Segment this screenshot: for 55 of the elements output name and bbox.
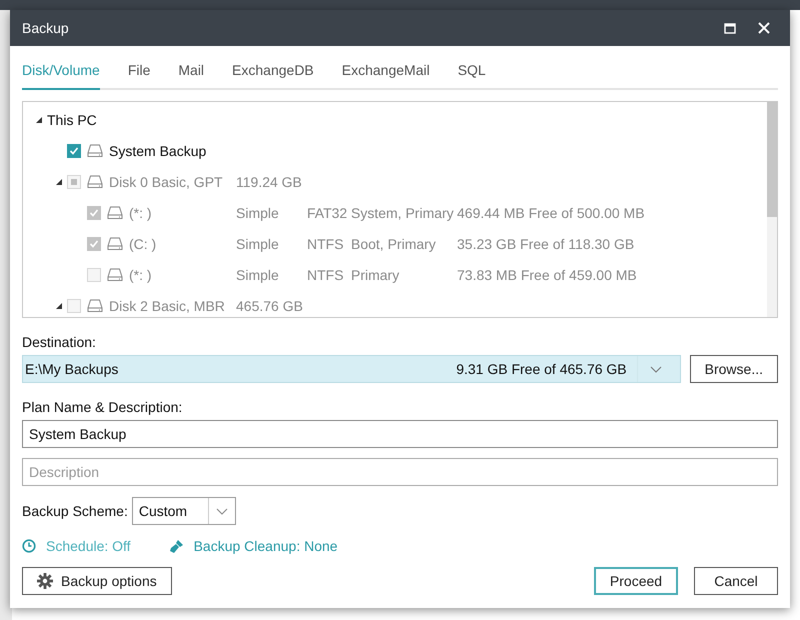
tab[interactable]: SQL [458,62,486,90]
partition-type: Simple [236,266,279,282]
partition-type: Simple [236,236,279,252]
tree-item-label[interactable]: This PC [47,112,97,128]
scrollbar-thumb[interactable] [767,102,777,217]
partition-type: Simple [236,204,279,220]
checkmark-icon [89,208,99,218]
disk-size: 465.76 GB [236,298,303,314]
clock-icon [22,539,36,553]
tree-item-label[interactable]: System Backup [109,142,206,158]
description-field[interactable]: Description [22,458,778,486]
free-space: 73.83 MB Free of 459.00 MB [457,266,637,282]
backup-scheme-label: Backup Scheme: [22,503,128,519]
chevron-down-icon [650,366,662,372]
drive-icon [87,144,103,158]
proceed-button[interactable]: Proceed [594,567,678,595]
plan-name-label: Plan Name & Description: [22,399,184,415]
tab[interactable]: ExchangeDB [232,62,314,90]
chevron-down-icon [216,508,228,514]
maximize-icon [724,22,736,34]
scrollbar[interactable] [767,102,777,317]
drive-icon [87,174,103,188]
checkmark-icon [69,146,79,156]
drive-icon [107,268,123,282]
close-icon [758,22,770,34]
checkmark-icon [89,238,99,248]
partition-flags: System, Primary [351,204,454,220]
drive-icon [87,298,103,312]
brush-icon [168,538,184,554]
free-space: 35.23 GB Free of 118.30 GB [457,236,634,252]
drive-icon [107,236,123,250]
file-system: NTFS [307,266,344,282]
destination-label: Destination: [22,334,97,350]
tab[interactable]: File [128,62,150,90]
plan-name-field[interactable]: System Backup [22,420,778,448]
free-space: 469.44 MB Free of 500.00 MB [457,204,645,220]
tab[interactable]: ExchangeMail [342,62,430,90]
browse-button[interactable]: Browse... [690,355,778,383]
checkbox[interactable] [67,144,81,158]
backup-scheme-dropdown[interactable]: Custom [132,497,236,525]
destination-path: E:\My Backups [25,361,120,377]
tab[interactable]: Mail [178,62,204,90]
destination-free-space: 9.31 GB Free of 465.76 GB [456,361,627,377]
file-system: FAT32 [307,204,348,220]
file-system: NTFS [307,236,344,252]
partition-flags: Primary [351,266,400,282]
destination-dropdown[interactable]: E:\My Backups 9.31 GB Free of 465.76 GB [22,355,681,383]
expander-icon[interactable] [36,116,42,124]
partition-flags: Boot, Primary [351,236,436,252]
settings-icon [37,573,53,589]
disk-size: 119.24 GB [236,174,302,190]
drive-icon [107,206,123,220]
window-title: Backup [22,20,70,36]
backup-options-button[interactable]: Backup options [22,567,172,595]
cancel-button[interactable]: Cancel [694,567,778,595]
